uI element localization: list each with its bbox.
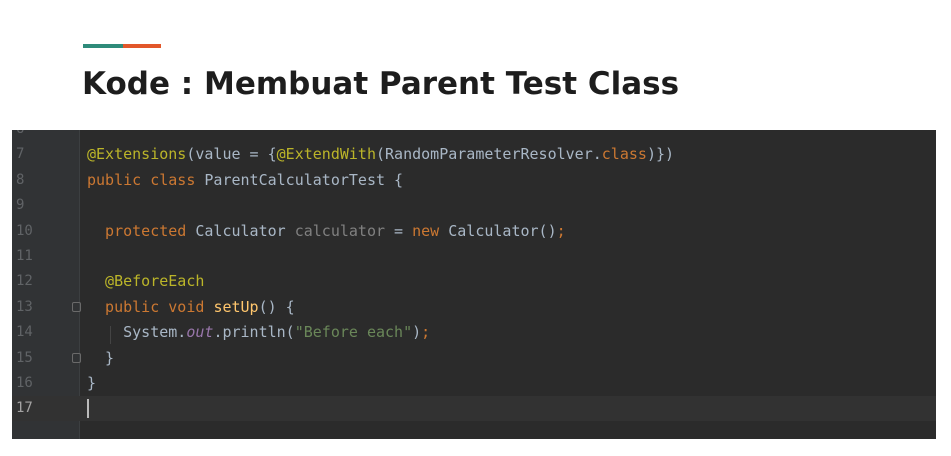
code-text: @Extensions(value = {@ExtendWith(RandomP… xyxy=(87,142,674,167)
code-token: new xyxy=(412,221,449,240)
code-line[interactable]: 17 xyxy=(12,396,936,422)
code-token: () { xyxy=(258,297,295,316)
line-number: 16 xyxy=(16,375,33,391)
code-token: @Extensions xyxy=(87,145,187,164)
line-number: 15 xyxy=(16,349,33,366)
line-number: 11 xyxy=(16,248,33,264)
code-line[interactable]: 10 protected Calculator calculator = new… xyxy=(12,219,936,244)
code-line[interactable]: 7 @Extensions(value = {@ExtendWith(Random… xyxy=(12,142,936,167)
code-line[interactable]: 13 public void setUp() { xyxy=(12,295,936,320)
code-token: ParentCalculatorTest { xyxy=(204,170,404,189)
code-token: @ExtendWith xyxy=(276,145,376,164)
code-token: } xyxy=(87,348,115,367)
code-token: = xyxy=(385,221,413,240)
code-line[interactable]: 14 System.out.println("Before each"); xyxy=(12,320,936,345)
code-line[interactable]: 15 } xyxy=(12,346,936,371)
line-number: 12 xyxy=(16,273,33,290)
slide-title: Kode : Membuat Parent Test Class xyxy=(82,66,680,102)
code-token: public class xyxy=(87,170,205,189)
code-text: protected Calculator calculator = new Ca… xyxy=(87,219,566,244)
code-token: calculator xyxy=(294,221,386,240)
code-line[interactable]: 9 xyxy=(12,193,936,218)
code-token: .println( xyxy=(213,323,295,342)
code-text: public void setUp() { xyxy=(87,295,295,320)
code-editor[interactable]: 6 7 @Extensions(value = {@ExtendWith(Rando… xyxy=(12,130,936,439)
code-token: Calculator xyxy=(195,221,295,240)
code-token: public void xyxy=(87,297,214,316)
line-number: 6 xyxy=(16,130,46,142)
code-token: ; xyxy=(556,221,566,240)
code-line[interactable]: 12 @BeforeEach xyxy=(12,269,936,294)
code-text: System.out.println("Before each"); xyxy=(87,320,430,345)
code-token: protected xyxy=(87,221,196,240)
code-line[interactable]: 16} xyxy=(12,371,936,396)
code-token: value xyxy=(195,145,241,164)
accent-bar-teal xyxy=(83,44,123,48)
code-token: ) xyxy=(412,323,422,342)
code-token: Calculator() xyxy=(448,221,557,240)
line-number: 7 xyxy=(16,146,25,163)
code-text: public class ParentCalculatorTest { xyxy=(87,168,403,193)
code-token: System. xyxy=(87,323,187,342)
line-number: 13 xyxy=(16,298,33,315)
code-token: } xyxy=(87,374,97,392)
code-token: out xyxy=(186,323,214,342)
code-token: = { xyxy=(240,145,277,164)
line-number: 8 xyxy=(16,171,25,188)
code-token: ; xyxy=(421,323,431,342)
fold-marker-icon[interactable] xyxy=(72,352,81,363)
code-token: )}) xyxy=(646,145,675,164)
accent-bar-orange xyxy=(123,44,161,48)
code-line[interactable]: 6 xyxy=(12,130,936,142)
code-line[interactable]: 8 public class ParentCalculatorTest { xyxy=(12,168,936,193)
code-text: } xyxy=(87,346,114,371)
title-accent-bar xyxy=(83,44,161,48)
code-token: class xyxy=(601,145,647,164)
line-number: 17 xyxy=(16,400,33,417)
line-number: 9 xyxy=(16,197,25,214)
code-token: @BeforeEach xyxy=(87,272,205,291)
code-text: } xyxy=(87,371,96,396)
code-token: "Before each" xyxy=(294,323,413,342)
line-number: 10 xyxy=(16,222,33,239)
code-token: (RandomParameterResolver. xyxy=(376,145,602,164)
text-caret xyxy=(87,399,89,419)
fold-marker-icon[interactable] xyxy=(72,301,81,312)
indent-guide xyxy=(110,326,111,344)
code-text: @BeforeEach xyxy=(87,269,204,294)
code-token: setUp xyxy=(213,297,259,316)
code-line[interactable]: 11 xyxy=(12,244,936,269)
line-number: 14 xyxy=(16,324,33,341)
